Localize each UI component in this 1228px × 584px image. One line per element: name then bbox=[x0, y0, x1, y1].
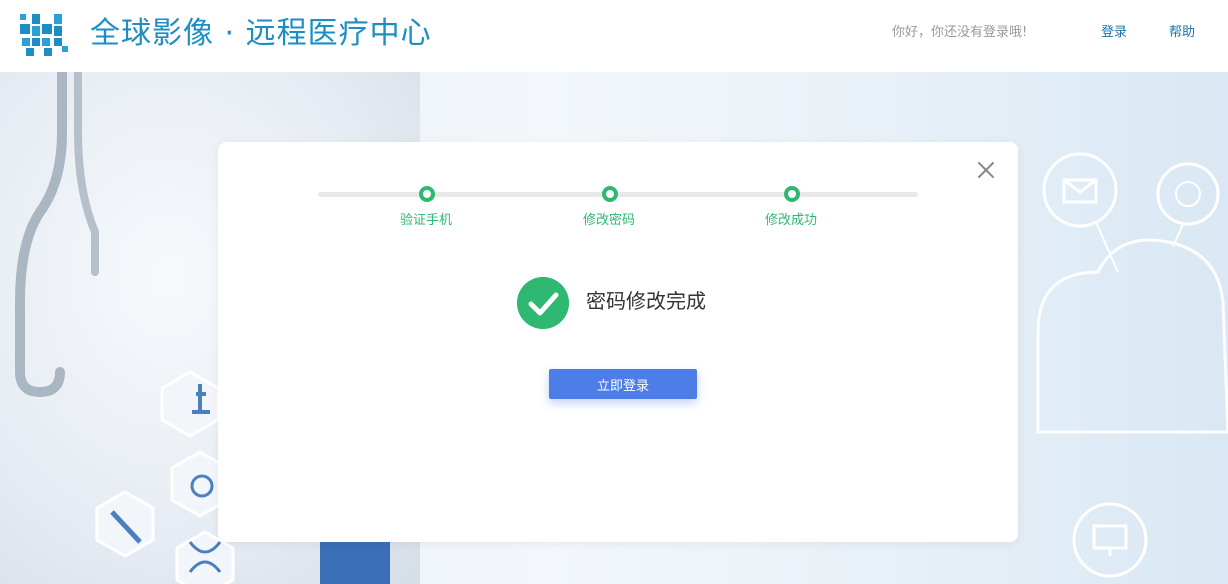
step-dot-change-password bbox=[602, 186, 618, 202]
logo-icon bbox=[20, 14, 68, 56]
success-message: 密码修改完成 bbox=[586, 289, 706, 313]
nav-login-link[interactable]: 登录 bbox=[1101, 23, 1127, 43]
step-label-success: 修改成功 bbox=[764, 213, 817, 228]
brand-title: 全球影像 · 远程医疗中心 bbox=[90, 16, 432, 51]
check-circle-icon bbox=[517, 277, 569, 329]
step-label-change-password: 修改密码 bbox=[582, 213, 635, 228]
password-reset-dialog: 验证手机 修改密码 修改成功 密码修改完成 立即登录 bbox=[218, 142, 1018, 542]
login-status-text: 你好，你还没有登录哦! bbox=[892, 25, 1028, 40]
close-icon[interactable] bbox=[976, 160, 996, 180]
step-dot-success bbox=[784, 186, 800, 202]
nav-help-link[interactable]: 帮助 bbox=[1169, 23, 1195, 43]
step-dot-verify-phone bbox=[419, 186, 435, 202]
progress-track bbox=[318, 192, 918, 197]
cloud-network-illustration bbox=[1036, 152, 1228, 578]
step-label-verify-phone: 验证手机 bbox=[399, 213, 452, 228]
login-now-button[interactable]: 立即登录 bbox=[549, 369, 697, 399]
header: 全球影像 · 远程医疗中心 你好，你还没有登录哦! 登录 帮助 bbox=[0, 0, 1228, 72]
